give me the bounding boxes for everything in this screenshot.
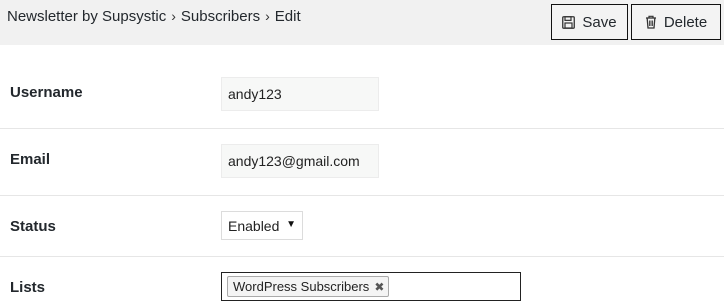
remove-tag-icon[interactable]: ✖ — [374, 280, 384, 294]
trash-icon — [645, 15, 657, 29]
delete-button[interactable]: Delete — [631, 4, 721, 40]
list-tag: WordPress Subscribers ✖ — [227, 276, 390, 297]
floppy-disk-icon — [562, 15, 576, 29]
email-label: Email — [10, 151, 51, 168]
breadcrumb-separator: › — [171, 8, 176, 24]
list-tag-label: WordPress Subscribers — [233, 279, 370, 294]
status-label: Status — [10, 218, 56, 235]
username-label: Username — [10, 84, 83, 101]
form-row-email: Email andy123@gmail.com — [0, 129, 724, 196]
breadcrumb-item-plugin[interactable]: Newsletter by Supsystic — [7, 8, 166, 25]
breadcrumb-item-edit: Edit — [274, 7, 301, 25]
save-button[interactable]: Save — [551, 4, 628, 40]
lists-tag-input[interactable]: WordPress Subscribers ✖ — [221, 272, 521, 301]
breadcrumb-separator: › — [265, 8, 270, 24]
email-field[interactable]: andy123@gmail.com — [221, 144, 379, 178]
username-field[interactable]: andy123 — [221, 77, 379, 111]
delete-button-label: Delete — [663, 13, 708, 31]
top-bar: Newsletter by Supsystic › Subscribers › … — [0, 0, 724, 45]
save-button-label: Save — [582, 13, 617, 31]
form-row-username: Username andy123 — [0, 62, 724, 129]
status-select-value: Enabled — [228, 217, 280, 234]
breadcrumb: Newsletter by Supsystic › Subscribers › … — [7, 6, 301, 26]
status-select[interactable]: Enabled ▼ — [221, 211, 303, 240]
lists-label: Lists — [10, 279, 46, 296]
form-row-status: Status — [0, 196, 724, 257]
breadcrumb-item-subscribers[interactable]: Subscribers — [181, 8, 260, 25]
caret-down-icon: ▼ — [286, 219, 296, 230]
